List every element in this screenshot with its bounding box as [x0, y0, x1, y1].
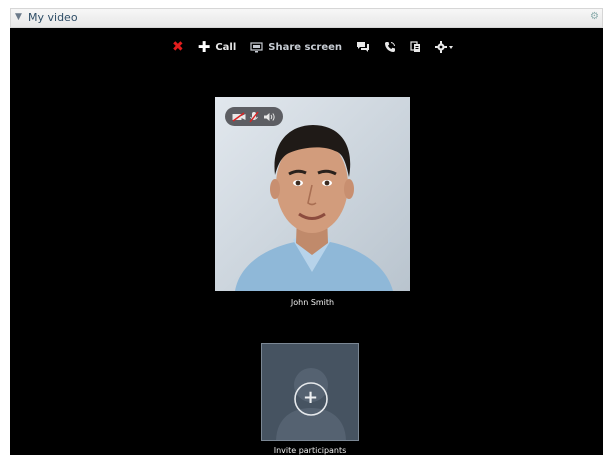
chat-bubbles-icon — [356, 41, 370, 53]
video-stage: ✖ ✚ Call Share screen John Smith + Invit… — [10, 28, 603, 455]
caret-down-icon[interactable]: ▼ — [15, 12, 22, 22]
mic-off-icon[interactable] — [249, 111, 260, 123]
chat-button[interactable] — [356, 41, 370, 53]
invite-participants-button[interactable]: + — [261, 343, 359, 441]
media-controls — [225, 107, 283, 126]
invite-participants-label: Invite participants — [273, 446, 347, 455]
panel-title: My video — [28, 11, 78, 24]
call-button[interactable]: ✚ Call — [197, 37, 237, 56]
panel-title-bar[interactable]: ▼ My video ⚙ — [10, 8, 603, 28]
speaker-icon[interactable] — [263, 112, 276, 122]
phone-icon — [384, 41, 396, 53]
video-off-icon[interactable] — [232, 111, 246, 122]
copy-icon — [410, 41, 421, 53]
settings-menu-button[interactable] — [435, 41, 455, 53]
panel-header: ▼ My video ⚙ — [0, 0, 603, 28]
share-screen-label: Share screen — [268, 41, 343, 53]
close-icon: ✖ — [172, 39, 184, 55]
copy-button[interactable] — [410, 41, 421, 53]
call-label: Call — [215, 41, 237, 53]
participant-video[interactable] — [215, 97, 410, 291]
monitor-icon — [250, 41, 263, 53]
plus-icon: + — [303, 387, 319, 408]
call-toolbar: ✖ ✚ Call Share screen — [172, 38, 469, 56]
participant-name: John Smith — [290, 298, 335, 307]
gear-dropdown-icon — [435, 41, 455, 53]
phone-button[interactable] — [384, 41, 396, 53]
video-panel: ▼ My video ⚙ ✖ ✚ Call Share screen John … — [0, 0, 603, 455]
plus-icon: ✚ — [197, 37, 211, 56]
participant-photo — [215, 97, 410, 291]
gear-icon[interactable]: ⚙ — [590, 11, 599, 22]
share-screen-button[interactable]: Share screen — [250, 42, 342, 53]
end-call-button[interactable]: ✖ — [172, 40, 184, 54]
